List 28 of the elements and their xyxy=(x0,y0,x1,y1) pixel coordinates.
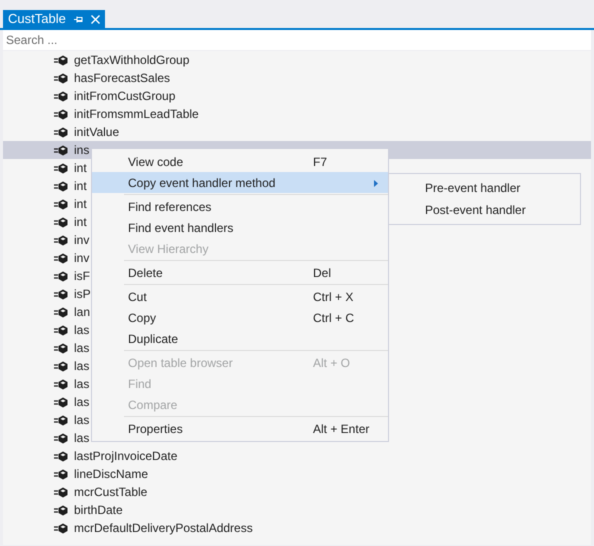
tree-item-label: initFromCustGroup xyxy=(74,88,176,105)
tree-item-label: las xyxy=(74,412,90,429)
tree-item-label: int xyxy=(74,178,87,195)
tree-item-label: initValue xyxy=(74,124,120,141)
tree-item-label: las xyxy=(74,340,90,357)
tree-item-label: int xyxy=(74,214,87,231)
tree-item-label: mcrCustTable xyxy=(74,484,148,501)
tree-item-label: ins xyxy=(74,142,90,159)
tree-item-label: las xyxy=(74,322,90,339)
tree-item-label: birthDate xyxy=(74,502,123,519)
tree-item-label: lastProjInvoiceDate xyxy=(74,448,178,465)
tree-item-label: las xyxy=(74,430,90,447)
tab-title: CustTable xyxy=(8,10,66,28)
tree-item-label: int xyxy=(74,160,87,177)
tree-item-label: mcrDefaultDeliveryPostalAddress xyxy=(74,520,253,537)
tree-item-label: lan xyxy=(74,304,90,321)
tree-item-label: initFromsmmLeadTable xyxy=(74,106,199,123)
tree-item-label: lineDiscName xyxy=(74,466,148,483)
tree-item-label: inv xyxy=(74,250,90,267)
tree-item-label: isP xyxy=(74,286,91,303)
tree-item-label: inv xyxy=(74,232,90,249)
tree-item-label: las xyxy=(74,376,90,393)
tree-item-label: las xyxy=(74,358,90,375)
tree-item-label: las xyxy=(74,394,90,411)
tree-item-label: int xyxy=(74,196,87,213)
tree-item-label: hasForecastSales xyxy=(74,70,170,87)
tree-item-label: isF xyxy=(74,268,90,285)
tree-item-label: getTaxWithholdGroup xyxy=(74,52,190,69)
